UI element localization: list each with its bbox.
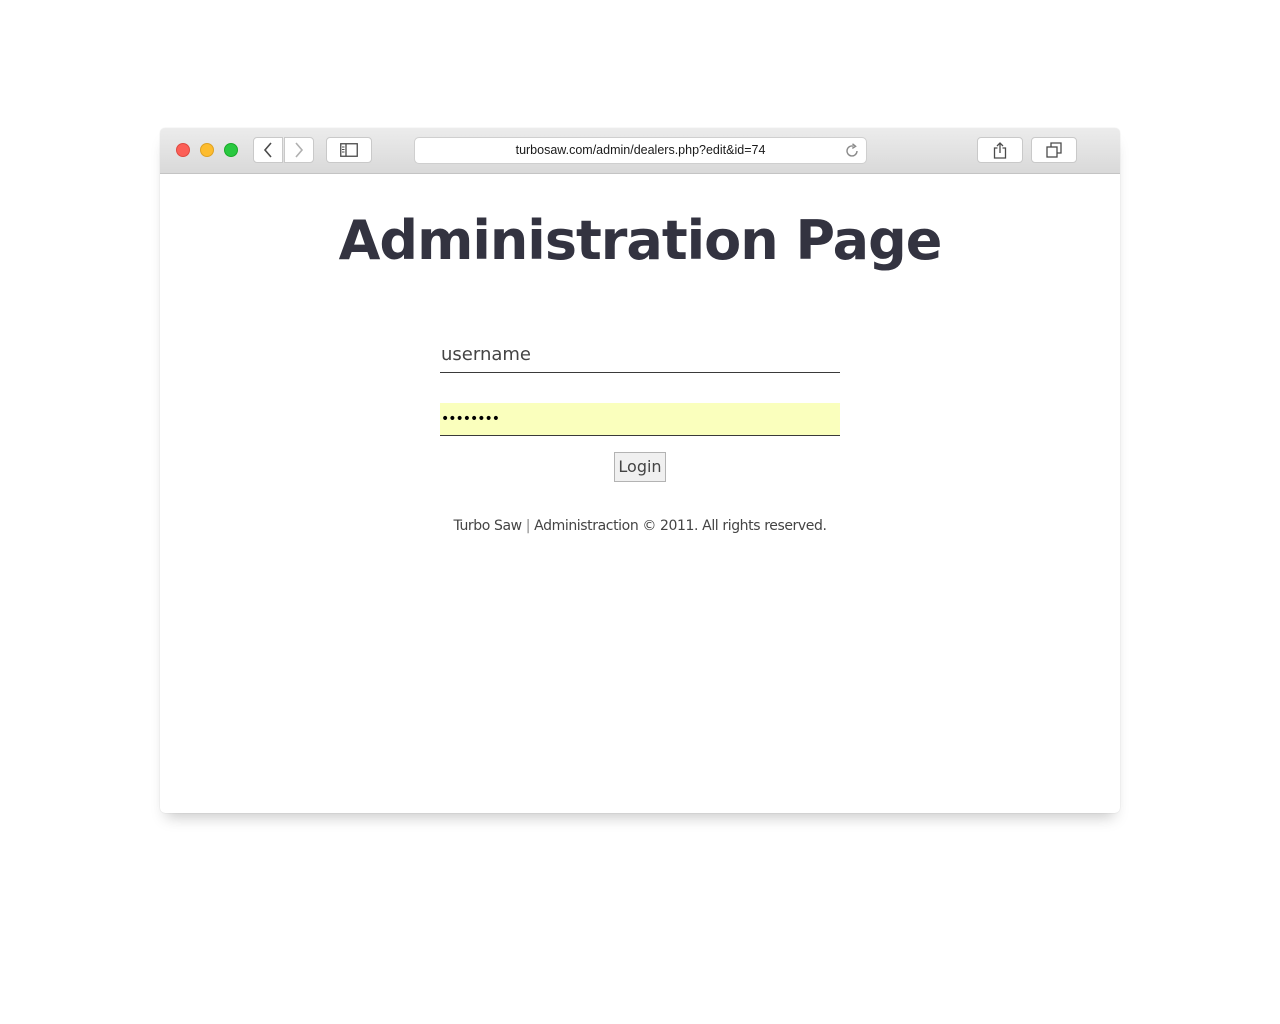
reload-icon[interactable] bbox=[844, 143, 860, 159]
chevron-right-icon bbox=[295, 142, 304, 158]
close-window-button[interactable] bbox=[176, 143, 190, 157]
footer-copyright: Administraction © 2011. All rights reser… bbox=[534, 518, 827, 534]
browser-toolbar: turbosaw.com/admin/dealers.php?edit&id=7… bbox=[160, 128, 1120, 174]
url-text: turbosaw.com/admin/dealers.php?edit&id=7… bbox=[515, 143, 766, 157]
page-content: Administration Page Login Turbo Saw | Ad… bbox=[160, 174, 1120, 813]
tabs-overview-icon bbox=[1046, 142, 1062, 158]
username-input[interactable] bbox=[440, 336, 840, 373]
forward-button[interactable] bbox=[284, 137, 314, 163]
chevron-left-icon bbox=[263, 142, 272, 158]
browser-window: turbosaw.com/admin/dealers.php?edit&id=7… bbox=[160, 128, 1120, 813]
sidebar-toggle-button[interactable] bbox=[326, 137, 372, 163]
share-icon bbox=[993, 141, 1007, 159]
minimize-window-button[interactable] bbox=[200, 143, 214, 157]
zoom-window-button[interactable] bbox=[224, 143, 238, 157]
footer-separator: | bbox=[525, 518, 531, 534]
back-button[interactable] bbox=[253, 137, 283, 163]
share-button[interactable] bbox=[977, 137, 1023, 163]
page-title: Administration Page bbox=[338, 209, 943, 272]
tabs-overview-button[interactable] bbox=[1031, 137, 1077, 163]
sidebar-icon bbox=[340, 143, 358, 157]
address-bar[interactable]: turbosaw.com/admin/dealers.php?edit&id=7… bbox=[414, 137, 867, 164]
login-button[interactable]: Login bbox=[614, 452, 666, 482]
password-input[interactable] bbox=[440, 403, 840, 436]
footer-brand: Turbo Saw bbox=[453, 518, 522, 534]
footer: Turbo Saw | Administraction © 2011. All … bbox=[160, 518, 1120, 534]
